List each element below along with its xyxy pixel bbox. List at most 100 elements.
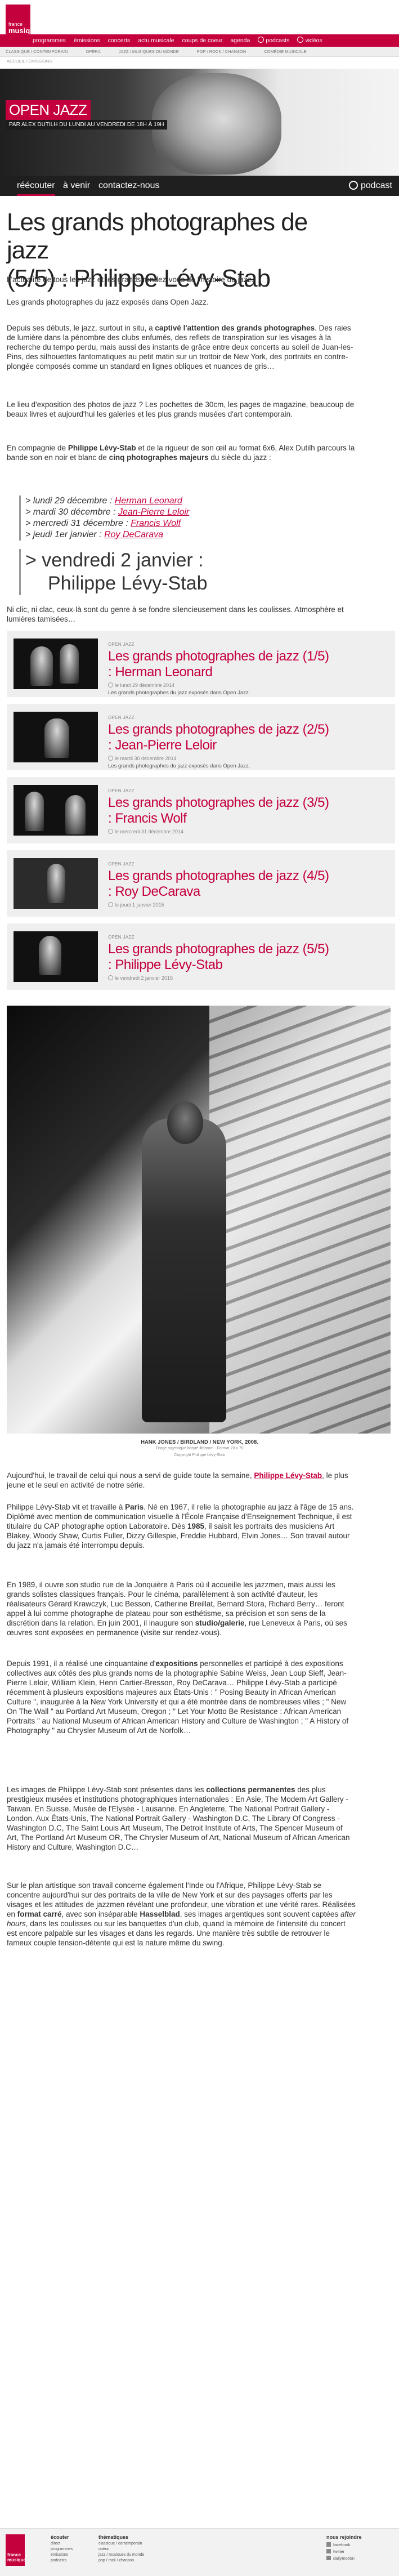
link-jean-pierre-leloir[interactable]: Jean-Pierre Leloir: [118, 507, 189, 517]
card-title-line2: : Francis Wolf: [108, 811, 187, 826]
card-title[interactable]: Les grands photographes de jazz (1/5): H…: [108, 649, 378, 680]
card-thumbnail: [14, 858, 98, 909]
show-schedule: PAR ALEX DUTILH DU LUNDI AU VENDREDI DE …: [6, 120, 168, 130]
clock-icon: [108, 829, 113, 834]
nav-agenda[interactable]: agenda: [230, 34, 250, 47]
podcast-icon: [258, 37, 264, 43]
text: personnelles et participé à des expositi…: [7, 1659, 349, 1735]
social-link[interactable]: twitter: [326, 2548, 362, 2555]
card-title[interactable]: Les grands photographes de jazz (2/5): J…: [108, 722, 378, 753]
footer-link[interactable]: pop / rock / chanson: [98, 2558, 144, 2564]
schedule-item: > mardi 30 décembre : Jean-Pierre Leloir: [25, 507, 340, 518]
feature-photo: [7, 1006, 391, 1434]
featured-date-day: > vendredi 2 janvier :: [25, 550, 204, 571]
thumb-figure: [25, 792, 44, 831]
footer-logo[interactable]: france musique: [6, 2534, 26, 2566]
link-herman-leonard[interactable]: Herman Leonard: [115, 496, 182, 506]
text: Les images de Philippe Lévy-Stab sont pr…: [7, 1785, 207, 1794]
text-bold: cinq photographes majeurs: [109, 453, 209, 462]
text-bold: Hasselblad: [140, 1910, 180, 1918]
text: , dans les coulisses ou sur les banquett…: [7, 1919, 346, 1947]
related-card[interactable]: OPEN JAZZ Les grands photographes de jaz…: [7, 631, 395, 697]
footer-link[interactable]: jazz / musiques du monde: [98, 2552, 144, 2558]
subnav-pop[interactable]: POP / ROCK / CHANSON: [197, 47, 246, 56]
card-title-line2: : Herman Leonard: [108, 664, 213, 680]
card-kicker: OPEN JAZZ: [108, 788, 135, 793]
host-portrait: [152, 73, 281, 175]
card-title[interactable]: Les grands photographes de jazz (3/5): F…: [108, 795, 378, 827]
photo-caption: HANK JONES / BIRDLAND / NEW YORK, 2008.: [141, 1439, 258, 1445]
card-title-line1: Les grands photographes de jazz (2/5): [108, 722, 329, 737]
breadcrumb[interactable]: ACCUEIL / ÉMISSIONS: [7, 59, 52, 64]
schedule-item: > jeudi 1er janvier : Roy DeCarava: [25, 529, 340, 541]
text: Depuis 1991, il a réalisé une cinquantai…: [7, 1659, 156, 1668]
footer-link[interactable]: programmes: [51, 2547, 73, 2552]
featured-date-name: Philippe Lévy-Stab: [48, 573, 208, 594]
footer-link[interactable]: podcasts: [51, 2558, 73, 2564]
footer-link[interactable]: émissions: [51, 2552, 73, 2558]
card-title[interactable]: Les grands photographes de jazz (4/5): R…: [108, 868, 378, 900]
show-name[interactable]: OPEN JAZZ: [6, 100, 91, 120]
nav-concerts[interactable]: concerts: [108, 34, 131, 47]
card-title-line2: : Roy DeCarava: [108, 884, 200, 899]
photo-copyright: Copyright Philippe Lévy-Stab: [174, 1453, 225, 1457]
card-thumbnail: [14, 639, 98, 689]
card-kicker: OPEN JAZZ: [108, 715, 135, 720]
text: Philippe Lévy-Stab vit et travaille à: [7, 1503, 125, 1511]
subnav-comedie[interactable]: COMÉDIE MUSICALE: [264, 47, 306, 56]
related-card[interactable]: OPEN JAZZ Les grands photographes de jaz…: [7, 850, 395, 917]
related-card[interactable]: OPEN JAZZ Les grands photographes de jaz…: [7, 923, 395, 990]
footer-link[interactable]: classique / contemporain: [98, 2541, 144, 2547]
link-philippe-levy-stab[interactable]: Philippe Lévy-Stab: [254, 1471, 322, 1480]
subnav-classique[interactable]: CLASSIQUE / CONTEMPORAIN: [6, 47, 68, 56]
schedule-day: > mardi 30 décembre :: [25, 507, 118, 517]
footer-link[interactable]: opéra: [98, 2547, 144, 2552]
nav-podcasts[interactable]: podcasts: [258, 34, 289, 47]
link-roy-decarava[interactable]: Roy DeCarava: [104, 530, 163, 539]
card-date-text: le lundi 29 décembre 2014: [115, 682, 175, 688]
card-title[interactable]: Les grands photographes de jazz (5/5): P…: [108, 941, 378, 973]
related-card[interactable]: OPEN JAZZ Les grands photographes de jaz…: [7, 777, 395, 843]
social-link[interactable]: facebook: [326, 2542, 362, 2548]
tab-reecouter[interactable]: réécouter: [17, 176, 55, 196]
card-date-text: le mardi 30 décembre 2014: [115, 756, 177, 761]
text-bold: Philippe Lévy-Stab: [68, 444, 136, 452]
footer-col-thematiques: thématiques classique / contemporain opé…: [98, 2534, 144, 2564]
paragraph-compagnie: En compagnie de Philippe Lévy-Stab et de…: [7, 443, 356, 462]
related-card[interactable]: OPEN JAZZ Les grands photographes de jaz…: [7, 704, 395, 770]
card-date-text: le jeudi 1 janvier 2015: [115, 902, 164, 908]
card-date-text: le mercredi 31 décembre 2014: [115, 829, 184, 834]
nav-actu-musicale[interactable]: actu musicale: [138, 34, 174, 47]
card-thumbnail: [14, 931, 98, 982]
card-title-line1: Les grands photographes de jazz (3/5): [108, 795, 329, 810]
subnav-jazz[interactable]: JAZZ / MUSIQUES DU MONDE: [119, 47, 179, 56]
nav-videos[interactable]: vidéos: [297, 34, 322, 47]
nav-emissions[interactable]: émissions: [74, 34, 100, 47]
footer-link[interactable]: direct: [51, 2541, 73, 2547]
tab-contact[interactable]: contactez-nous: [98, 176, 160, 196]
footer-logo-text: france musique: [7, 2552, 26, 2562]
podcast-button[interactable]: podcast: [348, 176, 392, 196]
thumb-figure: [65, 795, 86, 834]
paragraph-aujourdhui: Aujourd'hui, le travail de celui qui nou…: [7, 1471, 356, 1490]
text: Aujourd'hui, le travail de celui qui nou…: [7, 1471, 254, 1480]
social-link[interactable]: dailymotion: [326, 2555, 362, 2562]
schedule-day: > mercredi 31 décembre :: [25, 519, 131, 528]
paragraph-studio: En 1989, il ouvre son studio rue de la J…: [7, 1580, 356, 1637]
title-line1: Les grands photographes de jazz: [7, 208, 308, 264]
subnav-opera[interactable]: OPÉRA: [86, 47, 100, 56]
clock-icon: [108, 756, 113, 761]
featured-date: > vendredi 2 janvier : Philippe Lévy-Sta…: [19, 549, 307, 595]
card-desc: Les grands photographes du jazz exposés …: [108, 690, 250, 696]
card-date: le vendredi 2 janvier 2015: [108, 975, 173, 981]
paragraph-collections: Les images de Philippe Lévy-Stab sont pr…: [7, 1785, 356, 1852]
paragraph-artistique: Sur le plan artistique son travail conce…: [7, 1881, 356, 1948]
nav-coups-de-coeur[interactable]: coups de coeur: [182, 34, 223, 47]
nav-programmes[interactable]: programmes: [33, 34, 66, 47]
text: des plus prestigieux musées et instituti…: [7, 1785, 350, 1851]
schedule-day: > lundi 29 décembre :: [25, 496, 115, 506]
site-header: france musique programmes émissions conc…: [0, 0, 399, 61]
card-title-line1: Les grands photographes de jazz (4/5): [108, 868, 329, 883]
link-francis-wolf[interactable]: Francis Wolf: [131, 519, 181, 528]
tab-a-venir[interactable]: à venir: [63, 176, 90, 196]
